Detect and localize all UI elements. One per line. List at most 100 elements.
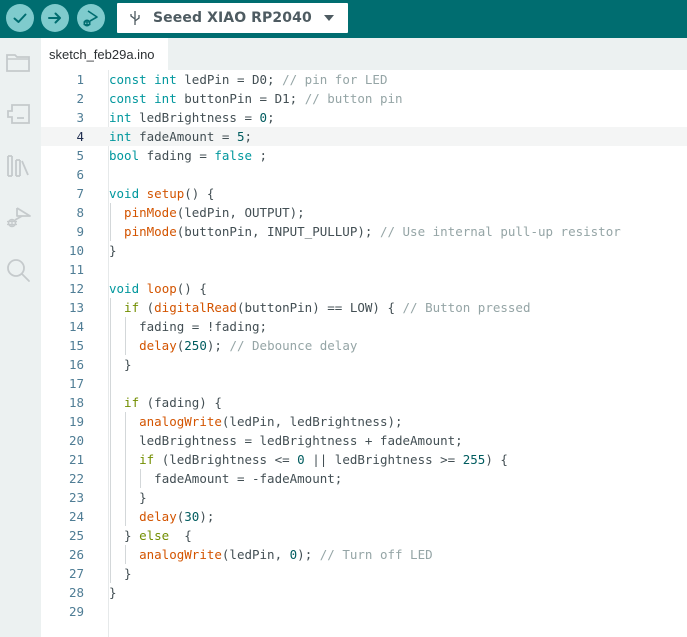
tab-bar: sketch_feb29a.ino — [41, 38, 687, 70]
code-text: analogWrite(ledPin, 0); // Turn off LED — [139, 547, 433, 562]
code-text: if (fading) { — [124, 395, 222, 410]
line-number: 2 — [76, 91, 84, 106]
code-text: } — [124, 357, 132, 372]
code-text: fading = !fading; — [139, 319, 268, 334]
line-number: 18 — [68, 395, 84, 410]
code-line[interactable]: 6 — [41, 165, 687, 184]
code-text: } — [139, 490, 147, 505]
toolbar: Seeed XIAO RP2040 — [0, 0, 687, 38]
code-line[interactable]: 18 if (fading) { — [41, 393, 687, 412]
code-text: ledBrightness = ledBrightness + fadeAmou… — [139, 433, 463, 448]
line-number: 5 — [76, 148, 84, 163]
code-line[interactable]: 23} — [41, 488, 687, 507]
line-number: 15 — [68, 338, 84, 353]
sidebar-item-sketchbook[interactable] — [4, 48, 32, 76]
code-line[interactable]: 14 fading = !fading; — [41, 317, 687, 336]
code-text: } — [109, 243, 117, 258]
code-line[interactable]: 3 int ledBrightness = 0; — [41, 108, 687, 127]
line-number: 17 — [68, 376, 84, 391]
code-line[interactable]: 11 — [41, 260, 687, 279]
line-number: 24 — [68, 509, 84, 524]
debug-play-icon — [83, 10, 98, 27]
code-text: void setup() { — [109, 186, 215, 201]
code-line[interactable]: 16} — [41, 355, 687, 374]
line-number: 7 — [76, 186, 84, 201]
code-text: fadeAmount = -fadeAmount; — [154, 471, 343, 486]
line-number: 21 — [68, 452, 84, 467]
code-text: if (ledBrightness <= 0 || ledBrightness … — [139, 452, 508, 467]
code-text: } — [124, 566, 132, 581]
code-line[interactable]: 2 const int buttonPin = D1; // button pin — [41, 89, 687, 108]
line-number: 9 — [76, 224, 84, 239]
indent-guide — [125, 545, 127, 564]
code-line[interactable]: 1 const int ledPin = D0; // pin for LED — [41, 70, 687, 89]
code-line[interactable]: 8 pinMode(ledPin, OUTPUT); — [41, 203, 687, 222]
indent-guide — [125, 412, 127, 526]
code-line[interactable]: 24 delay(30); — [41, 507, 687, 526]
code-text: const int buttonPin = D1; // button pin — [109, 91, 403, 106]
code-line[interactable]: 10} — [41, 241, 687, 260]
line-number: 26 — [68, 547, 84, 562]
line-number: 25 — [68, 528, 84, 543]
code-text: bool fading = false ; — [109, 148, 268, 163]
line-number: 14 — [68, 319, 84, 334]
line-number: 22 — [68, 471, 84, 486]
line-number: 1 — [76, 72, 84, 87]
code-text: const int ledPin = D0; // pin for LED — [109, 72, 388, 87]
code-line[interactable]: 9 pinMode(buttonPin, INPUT_PULLUP); // Us… — [41, 222, 687, 241]
line-number: 3 — [76, 110, 84, 125]
sidebar-item-library-manager[interactable] — [4, 152, 32, 180]
verify-button[interactable] — [6, 4, 34, 32]
sidebar — [0, 38, 41, 637]
code-line[interactable]: 26 analogWrite(ledPin, 0); // Turn off LE… — [41, 545, 687, 564]
debug-button[interactable] — [77, 4, 105, 32]
usb-icon — [129, 10, 143, 26]
code-line[interactable]: 21 if (ledBrightness <= 0 || ledBrightnes… — [41, 450, 687, 469]
board-selector[interactable]: Seeed XIAO RP2040 — [117, 3, 348, 33]
debug-icon — [7, 207, 31, 228]
sidebar-item-search[interactable] — [4, 256, 32, 284]
line-number: 4 — [76, 129, 84, 144]
code-line[interactable]: 7 void setup() { — [41, 184, 687, 203]
line-number: 11 — [68, 262, 84, 277]
code-line[interactable]: 20 ledBrightness = ledBrightness + fadeAm… — [41, 431, 687, 450]
line-number: 28 — [68, 585, 84, 600]
code-text: int ledBrightness = 0; — [109, 110, 275, 125]
code-line[interactable]: 29 — [41, 602, 687, 621]
code-text: } — [109, 585, 117, 600]
board-icon — [7, 104, 30, 124]
board-name: Seeed XIAO RP2040 — [153, 10, 312, 26]
line-number: 20 — [68, 433, 84, 448]
code-line[interactable]: 15 delay(250); // Debounce delay — [41, 336, 687, 355]
folder-icon — [6, 54, 30, 72]
code-line[interactable]: 22 fadeAmount = -fadeAmount; — [41, 469, 687, 488]
code-text: pinMode(ledPin, OUTPUT); — [124, 205, 305, 220]
upload-button[interactable] — [41, 4, 69, 32]
indent-guide — [110, 203, 111, 241]
code-line[interactable]: 17 — [41, 374, 687, 393]
tab-label: sketch_feb29a.ino — [49, 46, 155, 62]
code-text: void loop() { — [109, 281, 207, 296]
code-line[interactable]: 25 } else { — [41, 526, 687, 545]
indent-guide — [125, 317, 127, 355]
code-line[interactable]: 12 void loop() { — [41, 279, 687, 298]
code-text: delay(250); // Debounce delay — [139, 338, 358, 353]
sidebar-item-debug[interactable] — [4, 204, 32, 232]
code-line[interactable]: 4 int fadeAmount = 5; — [41, 127, 687, 146]
code-line[interactable]: 28} — [41, 583, 687, 602]
code-line[interactable]: 27} — [41, 564, 687, 583]
line-number: 27 — [68, 566, 84, 581]
code-line[interactable]: 19 analogWrite(ledPin, ledBrightness); — [41, 412, 687, 431]
line-number: 23 — [68, 490, 84, 505]
tab-sketch[interactable]: sketch_feb29a.ino — [41, 38, 168, 70]
code-text: } else { — [124, 528, 192, 543]
sidebar-item-boards-manager[interactable] — [4, 100, 32, 128]
search-icon — [7, 259, 30, 282]
line-number: 6 — [76, 167, 84, 182]
line-number: 16 — [68, 357, 84, 372]
code-line[interactable]: 5 bool fading = false ; — [41, 146, 687, 165]
code-editor[interactable]: 1 const int ledPin = D0; // pin for LED 2 c… — [41, 70, 687, 637]
library-icon — [7, 155, 29, 177]
chevron-down-icon — [324, 15, 334, 21]
code-line[interactable]: 13 if (digitalRead(buttonPin) == LOW) { /… — [41, 298, 687, 317]
